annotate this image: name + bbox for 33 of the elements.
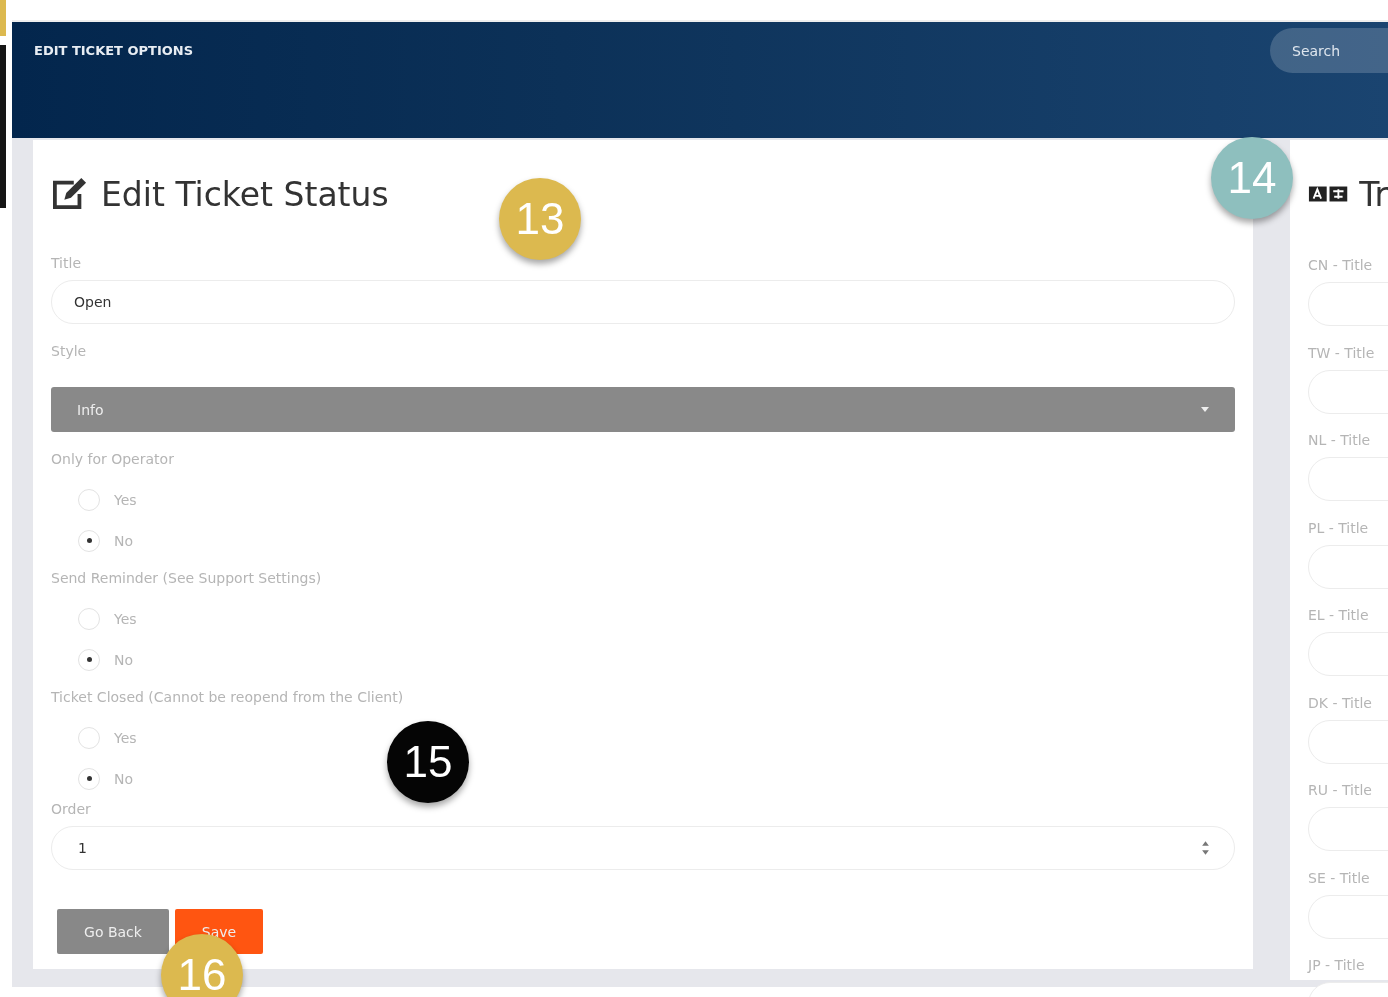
translate-icon	[1308, 184, 1350, 204]
radio-label[interactable]: Yes	[114, 610, 137, 627]
form-title: Edit Ticket Status	[101, 174, 389, 214]
field-label: CN - Title	[1308, 256, 1374, 275]
window-edge	[0, 0, 6, 36]
page-title: EDIT TICKET OPTIONS	[34, 43, 194, 58]
field-label: DK - Title	[1308, 693, 1373, 713]
field-label: SE - Title	[1308, 868, 1371, 888]
spinner-icon	[1201, 840, 1210, 856]
radio-label[interactable]: No	[114, 651, 134, 668]
radio-label[interactable]: No	[114, 770, 134, 787]
field-label: Order	[51, 800, 92, 819]
field-label: Only for Operator	[51, 450, 175, 469]
radio-label[interactable]: Yes	[114, 491, 137, 508]
field-label: JP - Title	[1308, 956, 1366, 975]
radio-label[interactable]: Yes	[114, 729, 137, 746]
field-label: Ticket Closed (Cannot be reopend from the Client)	[51, 688, 405, 707]
field-label: EL - Title	[1308, 606, 1370, 625]
field-label: RU - Title	[1308, 781, 1373, 800]
field-label: PL - Title	[1308, 518, 1370, 538]
input-field[interactable]: Open	[51, 280, 1235, 324]
radio-label[interactable]: No	[114, 532, 134, 549]
field-label: Style	[51, 342, 88, 361]
back-button[interactable]: Go Back	[57, 909, 169, 954]
field-label: Title	[51, 254, 82, 273]
field-label: Send Reminder (See Support Settings)	[51, 569, 323, 588]
style-dropdown[interactable]: Info	[51, 387, 1235, 432]
field-label: NL - Title	[1308, 431, 1372, 450]
caret-icon	[1201, 407, 1209, 412]
number-field[interactable]: 1	[51, 826, 1235, 870]
field-label: TW - Title	[1308, 343, 1376, 363]
edit-icon	[51, 177, 89, 211]
card-title: Tr	[1359, 174, 1388, 214]
